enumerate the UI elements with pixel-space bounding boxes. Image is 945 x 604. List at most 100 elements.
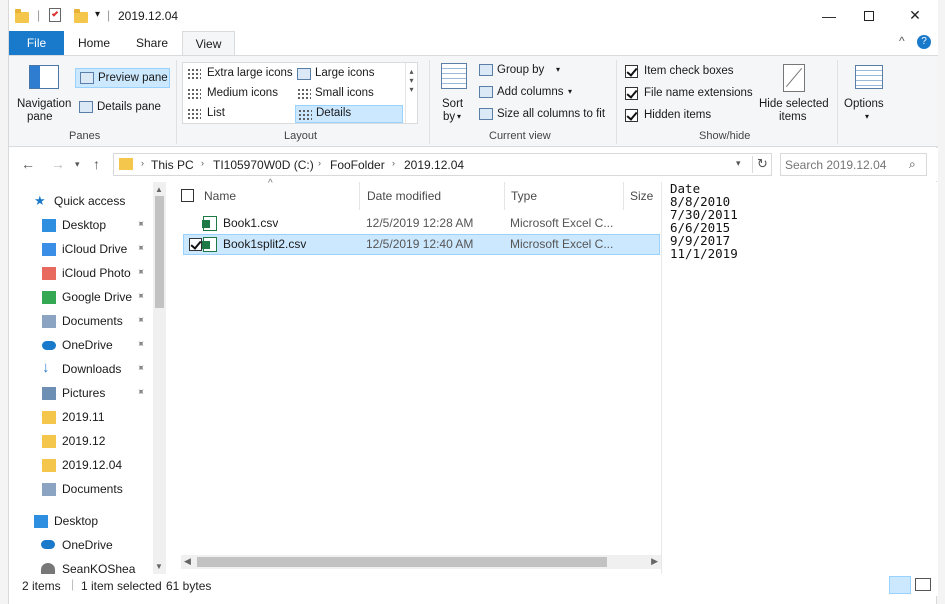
nav-quick-access[interactable]: ★ Quick access [9, 190, 157, 214]
breadcrumb-current[interactable]: 2019.12.04 [404, 158, 464, 172]
address-bar[interactable]: › This PC › TI105970W0D (C:) › FooFolder… [113, 153, 772, 176]
layout-list[interactable]: List [185, 105, 293, 123]
preview-pane-button[interactable]: Preview pane [75, 68, 170, 88]
details-view-icon[interactable] [889, 576, 911, 594]
layout-details[interactable]: Details [295, 105, 403, 123]
nav-onedrive[interactable]: OneDrive [9, 534, 157, 558]
hidden-items-toggle[interactable]: Hidden items [623, 107, 753, 125]
chevron-right-icon[interactable]: › [392, 158, 395, 168]
scroll-down-icon[interactable]: ▼ [155, 562, 163, 571]
horizontal-scrollbar[interactable]: ◀ ▶ [181, 555, 661, 569]
address-history-icon[interactable]: ▾ [736, 158, 741, 169]
recent-locations-icon[interactable]: ▾ [75, 159, 80, 170]
chevron-right-icon[interactable]: › [201, 158, 204, 168]
search-box[interactable]: ⌕ [780, 153, 927, 176]
qat-dropdown-icon[interactable]: ▾ [95, 9, 100, 20]
file-name-extensions-checkbox[interactable] [625, 87, 638, 100]
navigation-scroll-thumb[interactable] [155, 196, 164, 308]
breadcrumb-drive[interactable]: TI105970W0D (C:) [213, 158, 314, 172]
column-divider[interactable] [504, 182, 505, 210]
group-by-button[interactable]: Group by ▾ [477, 62, 607, 80]
column-header-size[interactable]: Size [630, 189, 653, 203]
nav-item[interactable]: 2019.12.04 [9, 454, 157, 478]
collapse-ribbon-icon[interactable]: ^ [899, 34, 905, 48]
table-row[interactable]: Book1split2.csv 12/5/2019 12:40 AM Micro… [183, 234, 660, 255]
column-header-date-modified[interactable]: Date modified [367, 189, 441, 203]
pin-icon[interactable]: ✦ [133, 386, 147, 400]
new-folder-icon[interactable] [74, 9, 88, 23]
breadcrumb-foofolder[interactable]: FooFolder [330, 158, 385, 172]
layout-medium-icons[interactable]: Medium icons [185, 85, 293, 103]
layout-list-label: List [207, 107, 225, 119]
pin-icon[interactable]: ✦ [133, 218, 147, 232]
nav-onedrive-label: OneDrive [62, 538, 113, 552]
nav-user[interactable]: SeanKOShea [9, 558, 157, 574]
layout-large-icons[interactable]: Large icons [295, 65, 403, 83]
scroll-right-icon[interactable]: ▶ [651, 556, 658, 567]
nav-item[interactable]: iCloud Drive ✦ [9, 238, 157, 262]
properties-icon[interactable] [49, 8, 61, 22]
scroll-left-icon[interactable]: ◀ [184, 556, 191, 567]
column-header-type[interactable]: Type [511, 189, 537, 203]
pin-icon[interactable]: ✦ [133, 362, 147, 376]
nav-item[interactable]: OneDrive ✦ [9, 334, 157, 358]
row-checkbox[interactable] [189, 238, 202, 251]
nav-item[interactable]: 2019.12 [9, 430, 157, 454]
large-icons-view-icon[interactable] [915, 578, 931, 591]
size-all-columns-button[interactable]: Size all columns to fit [477, 106, 617, 124]
chevron-right-icon[interactable]: › [141, 158, 144, 168]
close-button[interactable]: ✕ [892, 0, 938, 31]
onedrive-icon [41, 540, 55, 549]
nav-item[interactable]: Google Drive ✦ [9, 286, 157, 310]
nav-item[interactable]: iCloud Photo ✦ [9, 262, 157, 286]
layout-extra-large-icons[interactable]: Extra large icons [185, 65, 293, 83]
navigation-scrollbar[interactable]: ▲ ▼ [153, 182, 166, 574]
pin-icon[interactable]: ✦ [133, 338, 147, 352]
nav-item[interactable]: ↓ Downloads ✦ [9, 358, 157, 382]
add-columns-button[interactable]: Add columns ▾ [477, 84, 607, 102]
nav-item[interactable]: Desktop ✦ [9, 214, 157, 238]
tab-share[interactable]: Share [125, 31, 179, 55]
column-header-name[interactable]: Name [204, 189, 236, 203]
horizontal-scroll-thumb[interactable] [197, 557, 607, 567]
breadcrumb-this-pc[interactable]: This PC [151, 158, 194, 172]
help-icon[interactable]: ? [917, 35, 931, 49]
pin-icon[interactable]: ✦ [133, 290, 147, 304]
pin-icon[interactable]: ✦ [133, 242, 147, 256]
table-row[interactable]: Book1.csv 12/5/2019 12:28 AM Microsoft E… [183, 213, 660, 234]
icloud-icon [42, 243, 56, 256]
forward-arrow-icon[interactable]: → [51, 156, 65, 172]
nav-item[interactable]: Pictures ✦ [9, 382, 157, 406]
layout-small-icons[interactable]: Small icons [295, 85, 403, 103]
column-divider[interactable] [623, 182, 624, 210]
nav-item[interactable]: Documents ✦ [9, 310, 157, 334]
hidden-items-checkbox[interactable] [625, 109, 638, 122]
navigation-pane-button[interactable]: Navigation pane [15, 61, 79, 125]
file-name-extensions-toggle[interactable]: File name extensions [623, 85, 758, 103]
tab-file[interactable]: File [9, 31, 64, 55]
back-arrow-icon[interactable]: ← [21, 156, 35, 172]
scroll-up-icon[interactable]: ▲ [155, 185, 163, 194]
layout-gallery-scroll[interactable]: ▴ ▾ ▾ [405, 63, 417, 123]
item-check-boxes-checkbox[interactable] [625, 65, 638, 78]
details-pane-button[interactable]: Details pane [75, 98, 170, 118]
column-divider[interactable] [359, 182, 360, 210]
search-input[interactable] [785, 157, 903, 172]
pin-icon[interactable]: ✦ [133, 266, 147, 280]
item-check-boxes-toggle[interactable]: Item check boxes [623, 63, 753, 81]
hide-selected-items-button[interactable]: Hide selected items [757, 61, 833, 127]
pin-icon[interactable]: ✦ [133, 314, 147, 328]
up-arrow-icon[interactable]: ↑ [93, 156, 100, 172]
select-all-checkbox[interactable] [181, 189, 194, 202]
sort-by-button[interactable]: Sort by ▾ [437, 61, 473, 127]
layout-small-label: Small icons [315, 87, 374, 99]
maximize-button[interactable] [846, 0, 892, 31]
nav-desktop[interactable]: Desktop [9, 510, 157, 534]
refresh-icon[interactable]: ↻ [752, 156, 772, 173]
tab-home[interactable]: Home [67, 31, 121, 55]
nav-item[interactable]: 2019.11 [9, 406, 157, 430]
nav-item[interactable]: Documents [9, 478, 157, 502]
chevron-right-icon[interactable]: › [318, 158, 321, 168]
tab-view[interactable]: View [182, 31, 235, 55]
options-button[interactable]: Options ▾ [841, 61, 899, 127]
